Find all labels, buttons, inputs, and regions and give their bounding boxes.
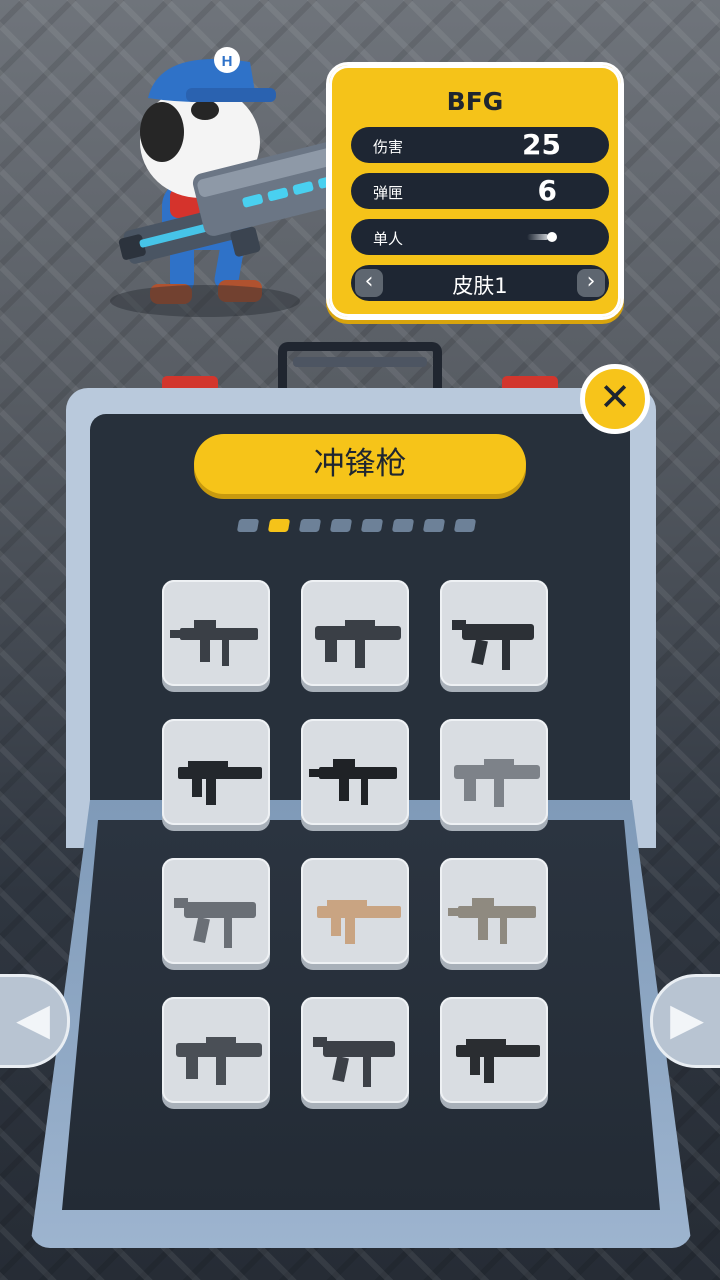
smg-icon xyxy=(315,620,401,668)
weapon-tile[interactable] xyxy=(301,858,409,964)
page-dot[interactable] xyxy=(298,519,322,532)
fire-mode-bullet-icon xyxy=(547,232,557,242)
weapon-tile[interactable] xyxy=(162,997,270,1103)
skin-label: 皮肤1 xyxy=(452,274,508,298)
close-icon: ✕ xyxy=(599,375,631,419)
smg-icon xyxy=(170,620,258,666)
smg-icon xyxy=(448,898,536,944)
smg-icon xyxy=(178,761,262,805)
ammo-value: 6 xyxy=(537,174,557,207)
category-title: 冲锋枪 xyxy=(194,434,526,494)
skin-selector: ‹ 皮肤1 › xyxy=(351,265,609,301)
smg-icon xyxy=(317,900,401,944)
smg-icon xyxy=(452,620,534,670)
ammo-label: 弹匣 xyxy=(373,184,404,202)
weapon-tile[interactable] xyxy=(440,580,548,686)
character-shadow xyxy=(110,285,300,317)
page-dot[interactable] xyxy=(329,519,353,532)
weapon-tile[interactable] xyxy=(440,997,548,1103)
smg-icon xyxy=(454,759,540,807)
chevron-right-icon[interactable]: › xyxy=(577,269,605,297)
weapon-stats-card: BFG 伤害 25 弹匣 6 单人 ‹ 皮肤1 › xyxy=(326,62,624,320)
fire-mode-trail-icon xyxy=(527,234,549,240)
page-dot[interactable] xyxy=(236,519,260,532)
weapon-tile[interactable] xyxy=(301,997,409,1103)
weapon-tile[interactable] xyxy=(440,719,548,825)
weapon-name: BFG xyxy=(446,87,504,116)
smg-icon xyxy=(313,1037,395,1087)
triangle-right-icon: ▶ xyxy=(670,994,704,1045)
weapon-tile[interactable] xyxy=(162,580,270,686)
damage-label: 伤害 xyxy=(373,138,404,156)
smg-icon xyxy=(174,898,256,948)
weapon-tile[interactable] xyxy=(440,858,548,964)
damage-value: 25 xyxy=(522,128,561,161)
page-dot[interactable] xyxy=(422,519,446,532)
weapon-tile[interactable] xyxy=(301,580,409,686)
page-indicator xyxy=(236,519,488,533)
smg-icon xyxy=(456,1039,540,1083)
smg-icon xyxy=(309,759,397,805)
page-dot[interactable] xyxy=(453,519,477,532)
fire-mode-row: 单人 xyxy=(351,219,609,255)
weapon-tile[interactable] xyxy=(162,858,270,964)
page-dot[interactable] xyxy=(391,519,415,532)
damage-row: 伤害 25 xyxy=(351,127,609,163)
close-button[interactable]: ✕ xyxy=(580,364,650,434)
svg-text:H: H xyxy=(222,53,233,70)
triangle-left-icon: ◀ xyxy=(16,994,50,1045)
smg-icon xyxy=(176,1037,262,1085)
page-dot[interactable] xyxy=(360,519,384,532)
fire-mode-label: 单人 xyxy=(373,230,404,248)
weapon-tile[interactable] xyxy=(301,719,409,825)
ammo-row: 弹匣 6 xyxy=(351,173,609,209)
weapon-tile[interactable] xyxy=(162,719,270,825)
page-dot-active[interactable] xyxy=(267,519,291,532)
